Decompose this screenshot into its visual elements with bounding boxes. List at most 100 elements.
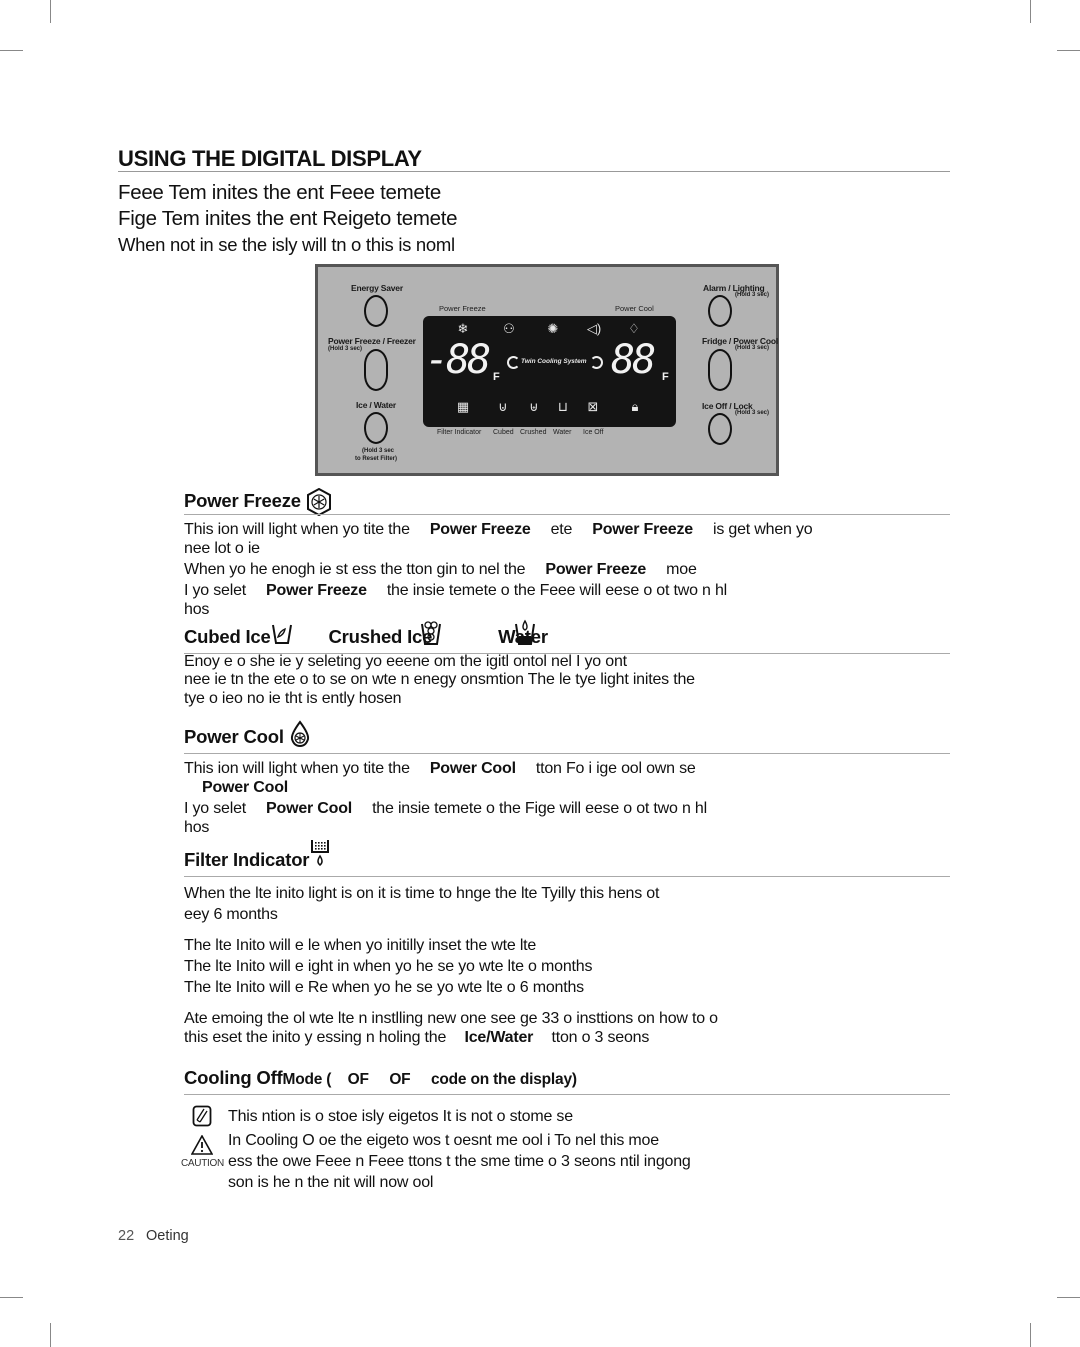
crop-mark [1057,1297,1080,1298]
plug-alarm-icon: ⚇ [503,321,515,336]
crushed-ice-icon [421,621,442,646]
twin-cooling-icon [507,356,520,369]
text-run: This ion will light when yo tite the [184,760,410,777]
filter-body-line: eey 6 months [184,906,278,923]
speaker-icon: ◁) [586,321,602,336]
twin-cooling-icon [590,356,603,369]
power-cool-icon: ♢ [628,321,640,336]
bold-term: Power Freeze [429,521,531,538]
heading-text: Power Freeze [184,489,301,511]
crop-mark [0,1297,23,1298]
power-freeze-button [364,349,388,391]
panel-sublabel: (Hold 3 sec) [735,292,770,298]
power-freeze-indicator-label: Power Freeze [439,304,486,313]
alarm-lighting-button [708,295,732,327]
lcd-bottom-label: Crushed [520,429,547,436]
body-line: When yo he enogh ie st ess the tton gin … [184,561,697,579]
panel-label: Energy Saver [351,283,403,293]
text-run: is get when yo [713,521,813,538]
filter-body-line: The lte Inito will e Re when yo he se yo… [184,979,584,996]
bold-term: Power Cool [429,760,516,777]
lcd-bottom-label: Water [553,429,572,436]
lock-icon: 🔒︎ [631,399,639,414]
caution-line: son is he n the nit will now ool [228,1174,434,1191]
heading-text: Cooling Off [184,1067,283,1088]
ice-off-lock-button [708,413,732,445]
body-line: This ion will light when yo tite the Powe… [184,521,813,539]
caution-line: ess the owe Feee n Feee ttons t the sme … [228,1153,691,1170]
body-line: nee lot o ie [184,540,260,558]
twin-cooling-label: Twin Cooling System [521,358,587,365]
freezer-temp-readout: -88 [425,337,491,383]
heading-cubed-ice: Cubed Ice [184,626,271,647]
text-run: this eset the inito y essing n holing th… [184,1029,447,1046]
heading-crushed-ice: Crushed Ice [328,626,433,647]
fridge-temp-readout: 88 [611,337,656,383]
body-line: hos [184,819,209,837]
power-cool-icon [290,720,309,748]
section-heading-ice-water: Cubed Ice Crushed Ice Water [184,619,548,648]
crop-mark [50,1323,51,1347]
bold-term: Power Freeze [266,582,367,599]
body-line: This ion will light when yo tite the Powe… [184,760,696,778]
body-line: hos [184,601,209,619]
ice-off-icon: ⊠ [587,399,599,414]
heading-text: Filter Indicator [184,849,310,870]
crop-mark [50,0,51,23]
cubed-ice-icon: ⊍ [498,399,508,414]
text-run: hos [184,601,210,618]
section-divider [184,514,950,515]
crop-mark [0,50,23,51]
text-run: ete [550,521,573,538]
filter-body-line: The lte Inito will e ight in when yo he … [184,958,593,975]
bold-term: Power Freeze [592,521,693,538]
panel-label: Ice / Water [356,400,397,410]
section-heading-power-cool: Power Cool [184,720,311,748]
water-icon: ⊔ [557,399,569,414]
text-run: tton Fo i ige ool own se [535,760,696,777]
section-heading-power-freeze: Power Freeze [184,488,332,516]
page-title: USING THE DIGITAL DISPLAY [118,146,422,171]
section-heading-filter: Filter Indicator [184,840,331,871]
power-cool-indicator-label: Power Cool [615,304,654,313]
power-freeze-icon [306,488,331,516]
filter-body-line: When the lte inito light is on it is tim… [184,885,660,902]
ice-water-button [364,412,388,444]
power-freeze-icon: ❄ [457,321,469,336]
body-line: Power Cool [202,779,288,797]
heading-subtext: Mode ( OF OF code on the display) [282,1071,578,1088]
filter-icon: ▦ [456,399,470,414]
freezer-unit: F [493,371,500,383]
caution-label: CAUTION [181,1158,224,1169]
section-heading-cooling-off: Cooling OffMode ( OF OF code on the disp… [184,1067,577,1089]
body-line: I yo selet Power Cool the insie temete o t… [184,800,707,818]
energy-saver-button [364,295,388,327]
note-icon [192,1105,212,1127]
panel-sublabel: to Reset Filter) [355,456,398,462]
control-panel-diagram: Energy Saver Power Freeze / Freezer (Hol… [315,264,779,476]
ice-water-body-line: tye o ieo no ie tht is ently hosen [184,690,402,707]
section-divider [184,1094,950,1095]
cubed-ice-icon [271,624,292,645]
bold-term: Power Cool [202,779,289,796]
text-run: nee lot o ie [184,540,260,557]
caution-line: In Cooling O oe the eigeto wos t oesnt m… [228,1132,659,1149]
water-icon [514,619,535,646]
text-run: the insie temete o the Feee will eese o … [386,582,728,599]
bold-term: Power Cool [266,800,353,817]
intro-line: Feee Tem inites the ent Feee temete [118,181,442,204]
crushed-ice-icon: ⊎ [529,399,539,414]
panel-sublabel: (Hold 3 sec [362,448,395,454]
panel-sublabel: (Hold 3 sec) [328,346,363,352]
crop-mark [1030,0,1031,23]
heading-text: Power Cool [184,726,284,747]
caution-icon [191,1135,213,1155]
lcd-bottom-label: Cubed [493,429,514,436]
title-divider [118,171,950,172]
light-bulb-icon: ✺ [547,321,559,336]
text-run: This ion will light when yo tite the [184,521,410,538]
fridge-unit: F [662,371,669,383]
lcd-display: ❄ ⚇ ✺ ◁) ♢ -88 F Twin Cooling System 88 … [423,316,676,427]
filter-body-line: this eset the inito y essing n holing th… [184,1029,649,1047]
crop-mark [1057,50,1080,51]
